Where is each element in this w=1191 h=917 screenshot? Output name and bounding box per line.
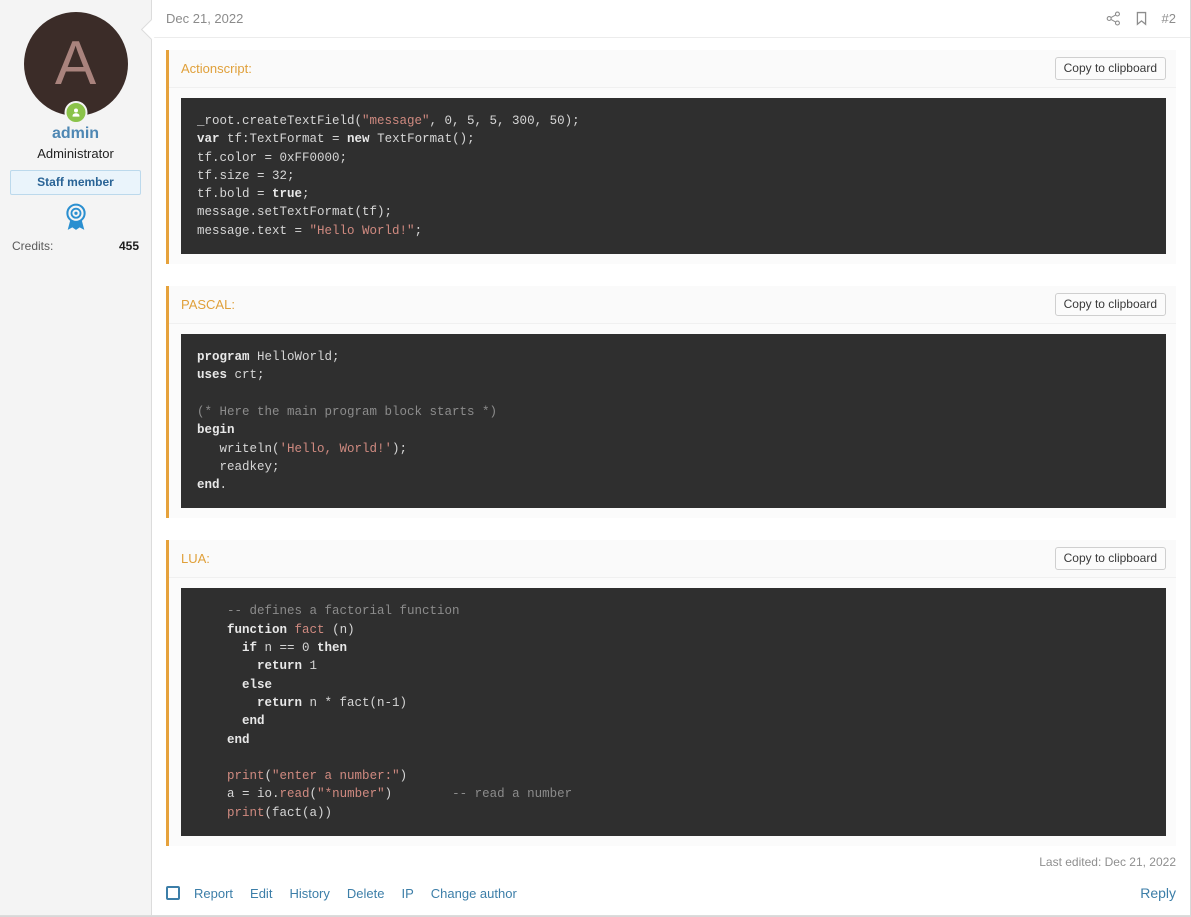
post-number[interactable]: #2 — [1162, 11, 1176, 26]
username-link[interactable]: admin — [0, 125, 151, 143]
action-report[interactable]: Report — [194, 886, 233, 901]
code-block: PASCAL: Copy to clipboard program HelloW… — [166, 286, 1176, 519]
post-footer: Report Edit History Delete IP Change aut… — [152, 875, 1190, 915]
post-main: Dec 21, 2022 #2 Actionscript: Copy to cl… — [152, 0, 1190, 916]
action-delete[interactable]: Delete — [347, 886, 385, 901]
reply-button[interactable]: Reply — [1140, 885, 1176, 901]
badge-row — [0, 203, 151, 231]
code-block: Actionscript: Copy to clipboard _root.cr… — [166, 50, 1176, 265]
action-history[interactable]: History — [289, 886, 329, 901]
avatar-holder: A — [23, 12, 128, 124]
code-block-pad: program HelloWorld; uses crt; (* Here th… — [169, 324, 1176, 519]
code-block: LUA: Copy to clipboard -- defines a fact… — [166, 540, 1176, 847]
code-block-header: Actionscript: Copy to clipboard — [169, 50, 1176, 88]
award-ribbon-icon[interactable] — [63, 203, 89, 231]
share-icon[interactable] — [1106, 11, 1121, 26]
post-body: Actionscript: Copy to clipboard _root.cr… — [152, 38, 1190, 855]
bookmark-icon[interactable] — [1135, 11, 1148, 26]
code-content[interactable]: _root.createTextField("message", 0, 5, 5… — [181, 98, 1166, 255]
post-user-sidebar: A admin Administrator Staff member Credi… — [0, 0, 152, 916]
user-online-icon — [64, 101, 87, 124]
action-ip[interactable]: IP — [401, 886, 413, 901]
code-content[interactable]: program HelloWorld; uses crt; (* Here th… — [181, 334, 1166, 509]
code-block-header: LUA: Copy to clipboard — [169, 540, 1176, 579]
stat-value: 455 — [118, 239, 139, 253]
post-header-actions: #2 — [1106, 11, 1176, 26]
copy-to-clipboard-button[interactable]: Copy to clipboard — [1054, 293, 1166, 317]
code-block-title: LUA: — [181, 551, 210, 567]
code-block-header: PASCAL: Copy to clipboard — [169, 286, 1176, 325]
copy-to-clipboard-button[interactable]: Copy to clipboard — [1054, 547, 1166, 571]
post-header: Dec 21, 2022 #2 — [152, 0, 1190, 38]
user-title: Administrator — [37, 146, 114, 161]
stat-row-credits: Credits: 455 — [0, 231, 151, 253]
last-edited-text: Last edited: Dec 21, 2022 — [1039, 855, 1176, 869]
code-block-pad: _root.createTextField("message", 0, 5, 5… — [169, 88, 1176, 265]
post-date: Dec 21, 2022 — [166, 11, 244, 26]
action-change-author[interactable]: Change author — [431, 886, 517, 901]
action-edit[interactable]: Edit — [250, 886, 272, 901]
post-container: A admin Administrator Staff member Credi… — [0, 0, 1191, 917]
code-block-title: Actionscript: — [181, 61, 252, 76]
select-post-checkbox[interactable] — [166, 886, 180, 900]
stat-label: Credits: — [12, 239, 54, 253]
copy-to-clipboard-button[interactable]: Copy to clipboard — [1054, 57, 1166, 80]
code-block-title: PASCAL: — [181, 297, 235, 313]
staff-member-banner: Staff member — [10, 170, 141, 195]
code-block-pad: -- defines a factorial function function… — [169, 578, 1176, 847]
code-content[interactable]: -- defines a factorial function function… — [181, 588, 1166, 837]
